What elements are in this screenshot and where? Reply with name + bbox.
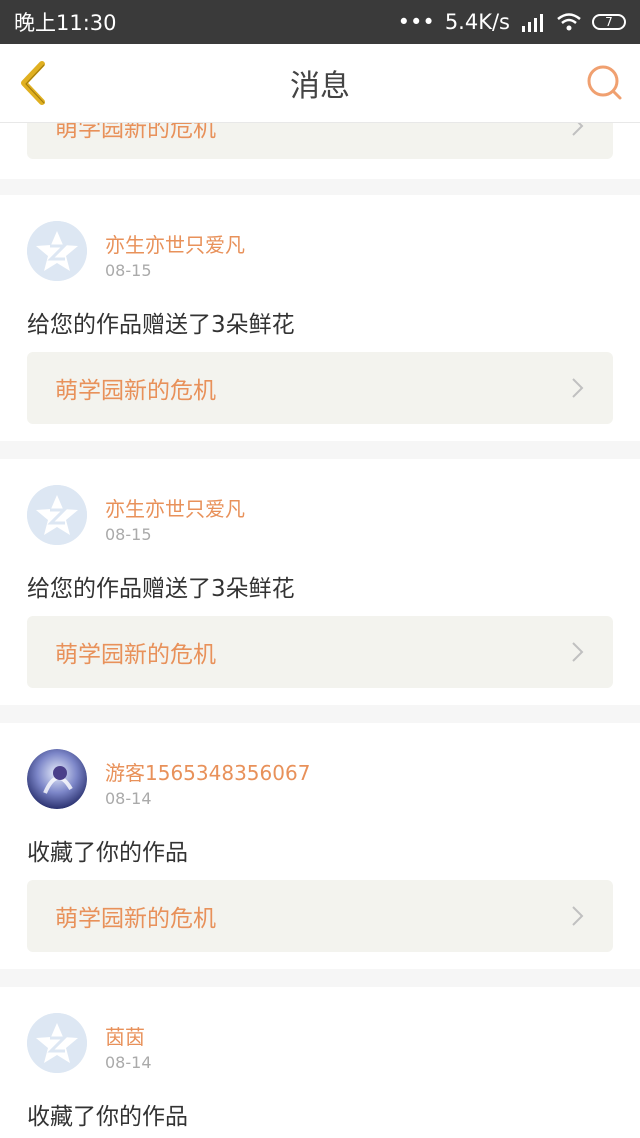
message-list: 萌学园新的危机 亦生亦世只爱凡 08-15 给您的作品赠送了3朵鲜花 萌学园新的… [0,123,640,1138]
message-text: 给您的作品赠送了3朵鲜花 [27,312,295,338]
message-card: 亦生亦世只爱凡 08-15 给您的作品赠送了3朵鲜花 萌学园新的危机 [0,195,640,441]
avatar[interactable] [27,749,87,809]
work-link[interactable]: 萌学园新的危机 [27,880,613,952]
user-name[interactable]: 亦生亦世只爱凡 [105,229,245,258]
header: 消息 [0,44,640,123]
chevron-right-icon [572,642,584,662]
avatar[interactable] [27,1013,87,1073]
default-avatar-icon [27,485,87,545]
back-arrow-icon [21,61,45,105]
page-title: 消息 [290,69,350,104]
search-button[interactable] [584,62,626,104]
message-date: 08-15 [105,261,152,280]
message-card: 游客1565348356067 08-14 收藏了你的作品 萌学园新的危机 [0,723,640,969]
message-date: 08-15 [105,525,152,544]
default-avatar-icon [27,221,87,281]
battery-level: 7 [605,15,613,29]
work-title: 萌学园新的危机 [55,906,216,932]
message-text: 收藏了你的作品 [27,840,188,866]
chevron-right-icon [572,123,584,136]
battery-icon: 7 [592,14,626,30]
chevron-right-icon [572,378,584,398]
avatar[interactable] [27,221,87,281]
network-speed: 5.4K/s [444,10,510,34]
status-dots: ••• [397,10,435,34]
message-date: 08-14 [105,1053,152,1072]
photo-avatar-icon [27,749,87,809]
message-text: 给您的作品赠送了3朵鲜花 [27,576,295,602]
user-name[interactable]: 游客1565348356067 [105,757,310,786]
avatar[interactable] [27,485,87,545]
chevron-right-icon [572,906,584,926]
work-title: 萌学园新的危机 [55,123,216,142]
search-icon [587,65,622,100]
work-link[interactable]: 萌学园新的危机 [27,123,613,159]
default-avatar-icon [27,1013,87,1073]
message-card-partial: 萌学园新的危机 [0,123,640,179]
work-title: 萌学园新的危机 [55,378,216,404]
work-title: 萌学园新的危机 [55,642,216,668]
status-time: 晚上11:30 [14,11,117,35]
message-card: 茵茵 08-14 收藏了你的作品 [0,987,640,1138]
user-name[interactable]: 亦生亦世只爱凡 [105,493,245,522]
message-card: 亦生亦世只爱凡 08-15 给您的作品赠送了3朵鲜花 萌学园新的危机 [0,459,640,705]
status-bar: 晚上11:30 ••• 5.4K/s 7 [0,0,640,44]
work-link[interactable]: 萌学园新的危机 [27,616,613,688]
message-text: 收藏了你的作品 [27,1104,188,1130]
work-link[interactable]: 萌学园新的危机 [27,352,613,424]
wifi-icon [557,13,581,31]
back-button[interactable] [14,58,54,108]
message-date: 08-14 [105,789,152,808]
status-indicators: ••• 5.4K/s 7 [398,10,626,34]
signal-icon [522,14,543,32]
user-name[interactable]: 茵茵 [105,1021,145,1050]
